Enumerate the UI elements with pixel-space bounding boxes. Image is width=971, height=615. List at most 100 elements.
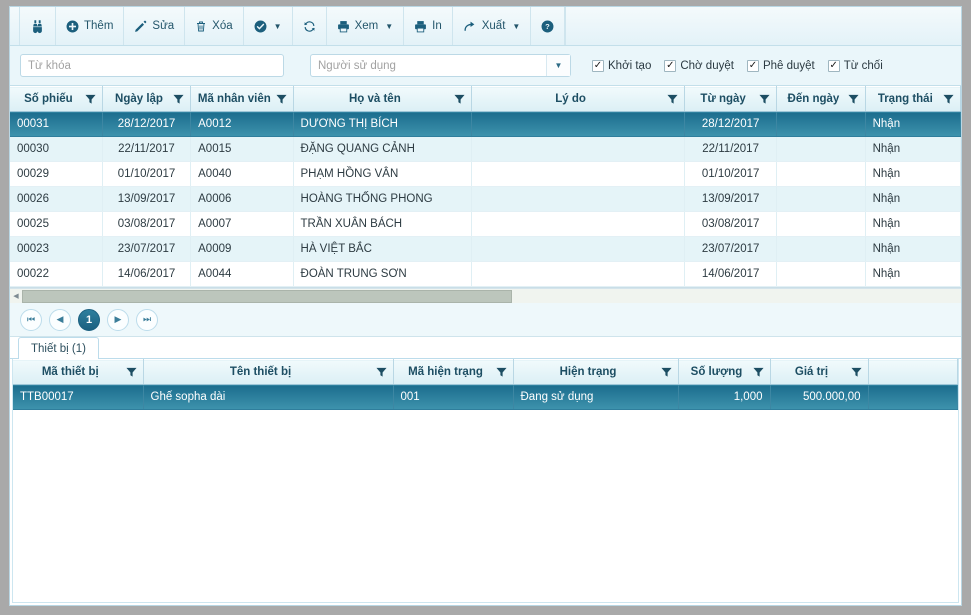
main-grid-cell-ly_do xyxy=(471,136,685,162)
detail-grid-column-label: Hiện trạng xyxy=(559,366,617,378)
detail-grid-column-label: Số lượng xyxy=(690,366,743,378)
chevron-down-icon[interactable]: ▼ xyxy=(385,22,393,31)
detail-grid-cell-so_luong: 1,000 xyxy=(678,384,771,410)
filter-funnel-icon[interactable] xyxy=(85,94,96,105)
toolbar-export-button[interactable]: Xuất ▼ xyxy=(453,7,532,45)
detail-grid-column-header-3[interactable]: Hiện trạng xyxy=(513,359,679,385)
main-grid-cell-ho_ten: DƯƠNG THỊ BÍCH xyxy=(293,111,473,137)
status-checkbox-2[interactable]: ✓ Phê duyệt xyxy=(746,59,815,72)
main-grid-cell-so_phieu: 00026 xyxy=(10,186,103,212)
main-grid-column-header-3[interactable]: Họ và tên xyxy=(293,86,473,112)
toolbar-spacer xyxy=(565,7,961,45)
toolbar-search-button[interactable] xyxy=(19,7,56,45)
detail-grid-column-header-4[interactable]: Số lượng xyxy=(678,359,771,385)
main-grid-row[interactable]: 00026 13/09/2017 A0006 HOÀNG THỐNG PHONG 13/… xyxy=(10,186,962,212)
toolbar-print-button[interactable]: In xyxy=(404,7,453,45)
filter-funnel-icon[interactable] xyxy=(454,94,465,105)
main-grid-row[interactable]: 00031 28/12/2017 A0012 DƯƠNG THỊ BÍCH 28/12/… xyxy=(10,111,962,137)
main-grid-cell-ngay_lap: 03/08/2017 xyxy=(102,211,192,237)
filter-funnel-icon[interactable] xyxy=(660,367,672,378)
toolbar-refresh-button[interactable] xyxy=(293,7,327,45)
status-checkbox-label: Phê duyệt xyxy=(762,59,815,72)
main-grid-row[interactable]: 00022 14/06/2017 A0044 ĐOÀN TRUNG SƠN 14/06/… xyxy=(10,261,962,287)
keyword-search-input[interactable] xyxy=(20,54,284,77)
main-grid-cell-ho_ten: ĐOÀN TRUNG SƠN xyxy=(293,261,473,287)
chevron-down-icon[interactable]: ▼ xyxy=(274,22,282,31)
main-grid-column-header-1[interactable]: Ngày lập xyxy=(102,86,192,112)
checkbox-box-icon[interactable]: ✓ xyxy=(827,59,840,72)
main-grid-row[interactable]: 00025 03/08/2017 A0007 TRẦN XUÂN BÁCH 03/08/… xyxy=(10,211,962,237)
main-grid-column-header-6[interactable]: Đến ngày xyxy=(776,86,866,112)
main-grid-column-header-2[interactable]: Mã nhân viên xyxy=(190,86,294,112)
status-checkbox-0[interactable]: ✓ Khởi tạo xyxy=(592,59,651,72)
toolbar-preview-button[interactable]: Xem ▼ xyxy=(327,7,405,45)
detail-grid-row[interactable]: TTB00017 Ghế sopha dài 001 Đang sử dụng 1,00… xyxy=(13,384,958,410)
detail-grid-column-header-2[interactable]: Mã hiện trạng xyxy=(393,359,514,385)
main-grid-cell-tu_ngay: 14/06/2017 xyxy=(684,261,778,287)
main-grid-cell-so_phieu: 00029 xyxy=(10,161,103,187)
main-grid-column-header-7[interactable]: Trạng thái xyxy=(865,86,962,112)
toolbar-help-button[interactable]: ? xyxy=(531,7,566,45)
detail-grid-column-header-1[interactable]: Tên thiết bị xyxy=(143,359,394,385)
horizontal-scroll-thumb[interactable] xyxy=(22,289,512,303)
filter-funnel-icon[interactable] xyxy=(125,367,137,378)
checkbox-box-icon[interactable]: ✓ xyxy=(664,59,677,72)
toolbar-edit-button[interactable]: Sửa xyxy=(124,7,186,45)
filter-funnel-icon[interactable] xyxy=(752,367,764,378)
main-grid-cell-ngay_lap: 14/06/2017 xyxy=(102,261,192,287)
check-circle-icon xyxy=(254,20,267,33)
toolbar-preview-label: Xem xyxy=(354,20,379,32)
main-grid-row[interactable]: 00023 23/07/2017 A0009 HÀ VIỆT BẮC 23/07/201… xyxy=(10,236,962,262)
detail-panel: Mã thiết bị Tên thiết bị Mã hiện trạng Hiện… xyxy=(12,359,959,603)
scroll-left-arrow-icon[interactable]: ◀ xyxy=(10,290,22,303)
filter-funnel-icon[interactable] xyxy=(495,367,507,378)
main-grid-column-header-5[interactable]: Từ ngày xyxy=(684,86,778,112)
main-grid-cell-ngay_lap: 28/12/2017 xyxy=(102,111,192,137)
detail-grid-cell-ten_tb: Ghế sopha dài xyxy=(143,384,394,410)
filter-funnel-icon[interactable] xyxy=(759,94,770,105)
filter-funnel-icon[interactable] xyxy=(375,367,387,378)
pagination-current-page[interactable]: 1 xyxy=(78,308,100,331)
horizontal-scrollbar[interactable]: ◀ xyxy=(10,288,961,303)
main-grid-cell-ly_do xyxy=(471,261,685,287)
detail-grid-column-header-6[interactable] xyxy=(868,359,958,385)
detail-grid-cell-ma_tb: TTB00017 xyxy=(13,384,144,410)
pagination-first-button[interactable]: ⏮ xyxy=(20,308,42,331)
checkbox-box-icon[interactable]: ✓ xyxy=(746,59,759,72)
status-checkbox-3[interactable]: ✓ Từ chối xyxy=(827,59,883,72)
pagination-next-button[interactable]: ▶ xyxy=(107,308,129,331)
main-grid-column-label: Họ và tên xyxy=(348,93,401,105)
question-circle-icon: ? xyxy=(541,20,554,33)
filter-funnel-icon[interactable] xyxy=(173,94,184,105)
pagination-last-button[interactable]: ⏭ xyxy=(136,308,158,331)
main-grid-cell-ho_ten: HOÀNG THỐNG PHONG xyxy=(293,186,473,212)
tab-thiet-bi[interactable]: Thiết bị (1) xyxy=(18,337,99,359)
filter-funnel-icon[interactable] xyxy=(850,367,862,378)
filter-funnel-icon[interactable] xyxy=(943,94,954,105)
main-grid-column-label: Ngày lập xyxy=(115,93,163,105)
checkbox-box-icon[interactable]: ✓ xyxy=(592,59,604,72)
chevron-down-icon[interactable]: ▼ xyxy=(546,55,570,76)
main-grid-cell-den_ngay xyxy=(776,236,866,262)
status-checkbox-1[interactable]: ✓ Chờ duyệt xyxy=(664,59,734,72)
detail-grid-body: TTB00017 Ghế sopha dài 001 Đang sử dụng 1,00… xyxy=(13,384,958,410)
main-grid-row[interactable]: 00029 01/10/2017 A0040 PHẠM HỒNG VÂN 01/10/2… xyxy=(10,161,962,187)
main-grid-row[interactable]: 00030 22/11/2017 A0015 ĐẶNG QUANG CẢNH 22/11… xyxy=(10,136,962,162)
filter-funnel-icon[interactable] xyxy=(848,94,859,105)
svg-text:?: ? xyxy=(546,22,551,31)
toolbar-add-button[interactable]: Thêm xyxy=(56,7,125,45)
main-grid-column-header-0[interactable]: Số phiếu xyxy=(10,86,103,112)
filter-funnel-icon[interactable] xyxy=(667,94,678,105)
toolbar-approve-button[interactable]: ▼ xyxy=(244,7,293,45)
pagination-prev-button[interactable]: ◀ xyxy=(49,308,71,331)
detail-grid-column-header-0[interactable]: Mã thiết bị xyxy=(13,359,144,385)
user-select-dropdown[interactable]: Người sử dụng ▼ xyxy=(310,54,571,77)
chevron-down-icon[interactable]: ▼ xyxy=(512,22,520,31)
user-select-value: Người sử dụng xyxy=(318,59,396,72)
main-grid-column-header-4[interactable]: Lý do xyxy=(471,86,685,112)
main-grid-column-label: Lý do xyxy=(555,93,586,105)
toolbar-delete-button[interactable]: Xóa xyxy=(185,7,244,45)
main-grid-cell-tu_ngay: 13/09/2017 xyxy=(684,186,778,212)
filter-funnel-icon[interactable] xyxy=(275,94,287,105)
detail-grid-column-header-5[interactable]: Giá trị xyxy=(770,359,869,385)
